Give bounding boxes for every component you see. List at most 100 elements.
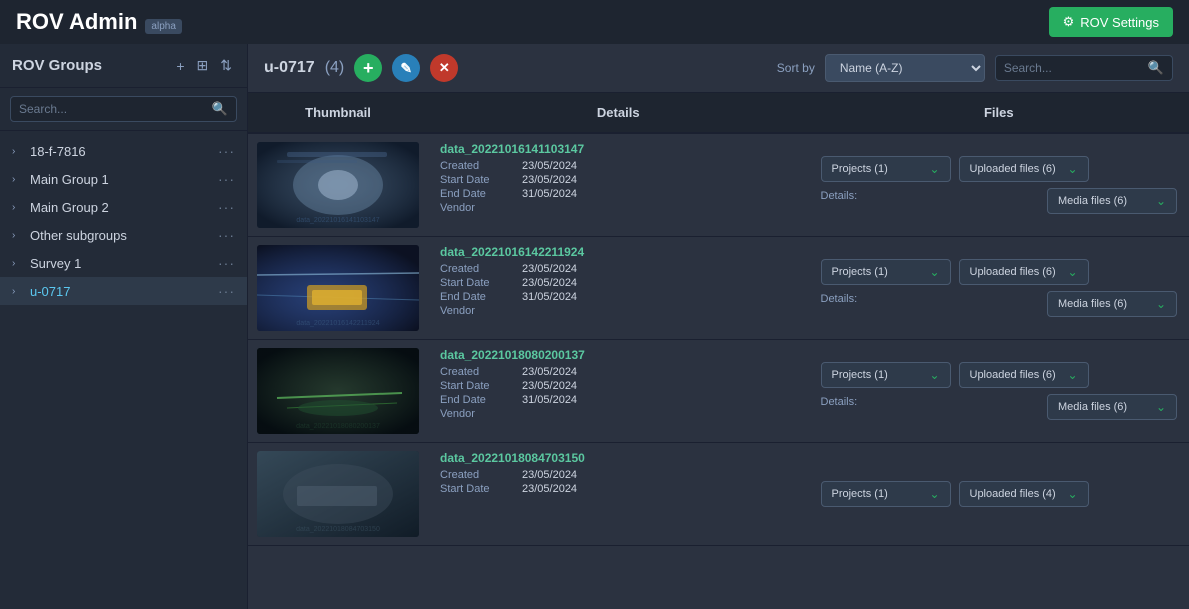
chevron-down-icon: ⌄ [1067, 162, 1077, 176]
add-item-button[interactable]: + [354, 54, 382, 82]
chevron-down-icon: ⌄ [929, 487, 939, 501]
svg-text:data_20221018080200137: data_20221018080200137 [296, 423, 380, 430]
content-area: u-0717 (4) + ✎ ✕ Sort by Name (A-Z) Name… [248, 44, 1189, 609]
details-cell: data_20221018080200137 Created 23/05/202… [428, 340, 809, 442]
chevron-down-icon: ⌄ [1067, 487, 1077, 501]
add-group-button[interactable]: + [173, 55, 187, 77]
col-thumbnail: Thumbnail [248, 101, 428, 124]
thumbnail-cell: data_20221018080200137 [248, 340, 428, 442]
col-details: Details [428, 101, 809, 124]
thumbnail-cell: data_20221016141103147 [248, 134, 428, 236]
media-files-dropdown[interactable]: Media files (6) ⌄ [1047, 394, 1177, 420]
sidebar-item-survey-1[interactable]: › Survey 1 ··· [0, 249, 247, 277]
sort-groups-button[interactable]: ⇅ [217, 54, 235, 77]
sidebar-search-input[interactable] [19, 102, 208, 116]
projects-dropdown[interactable]: Projects (1) ⌄ [821, 259, 951, 285]
item-menu-dots[interactable]: ··· [218, 227, 235, 243]
content-search-input[interactable] [1004, 61, 1144, 75]
item-menu-dots[interactable]: ··· [218, 255, 235, 271]
projects-dropdown[interactable]: Projects (1) ⌄ [821, 362, 951, 388]
sort-select[interactable]: Name (A-Z) Name (Z-A) Date (Newest) Date… [825, 54, 985, 82]
item-menu-dots[interactable]: ··· [218, 199, 235, 215]
data-name: data_20221016142211924 [440, 245, 797, 259]
content-search-box[interactable]: 🔍 [995, 55, 1173, 81]
svg-text:data_20221018084703150: data_20221018084703150 [296, 526, 380, 533]
sidebar-search-icon: 🔍 [212, 101, 228, 117]
item-menu-dots[interactable]: ··· [218, 143, 235, 159]
content-header: u-0717 (4) + ✎ ✕ Sort by Name (A-Z) Name… [248, 44, 1189, 93]
files-cell: Projects (1) ⌄ Uploaded files (6) ⌄ Deta… [809, 134, 1189, 236]
thumbnail-image: data_20221016142211924 [257, 245, 419, 331]
content-search-icon: 🔍 [1148, 60, 1164, 76]
sidebar-item-label: Other subgroups [30, 228, 212, 243]
data-name: data_20221016141103147 [440, 142, 797, 156]
chevron-down-icon: ⌄ [1156, 297, 1166, 311]
data-table: Thumbnail Details Files [248, 93, 1189, 609]
sidebar-nav: › 18-f-7816 ··· › Main Group 1 ··· › Mai… [0, 131, 247, 609]
alpha-badge: alpha [145, 19, 181, 34]
rov-settings-button[interactable]: ⚙ ROV Settings [1049, 7, 1173, 37]
item-menu-dots[interactable]: ··· [218, 171, 235, 187]
chevron-right-icon: › [12, 202, 24, 213]
uploaded-files-dropdown[interactable]: Uploaded files (6) ⌄ [959, 362, 1089, 388]
main-layout: ROV Groups + ⊞ ⇅ 🔍 › 18-f-7816 ··· › Mai… [0, 44, 1189, 609]
sidebar-item-label: u-0717 [30, 284, 212, 299]
sidebar-item-main-group-2[interactable]: › Main Group 2 ··· [0, 193, 247, 221]
thumbnail-image: data_20221016141103147 [257, 142, 419, 228]
chevron-down-icon: ⌄ [929, 368, 939, 382]
thumbnail-cell: data_20221018084703150 [248, 443, 428, 545]
files-row-details: Details: Media files (6) ⌄ [821, 188, 1178, 214]
table-row: data_20221018084703150 data_202210180847… [248, 443, 1189, 546]
sidebar-item-label: Main Group 1 [30, 172, 212, 187]
sidebar-item-other-subgroups[interactable]: › Other subgroups ··· [0, 221, 247, 249]
files-row-projects: Projects (1) ⌄ Uploaded files (6) ⌄ [821, 156, 1178, 182]
table-header: Thumbnail Details Files [248, 93, 1189, 134]
sidebar-item-u-0717[interactable]: › u-0717 ··· [0, 277, 247, 305]
files-cell: Projects (1) ⌄ Uploaded files (6) ⌄ Deta… [809, 237, 1189, 339]
uploaded-files-dropdown[interactable]: Uploaded files (6) ⌄ [959, 259, 1089, 285]
data-name: data_20221018084703150 [440, 451, 797, 465]
data-name: data_20221018080200137 [440, 348, 797, 362]
details-cell: data_20221016142211924 Created 23/05/202… [428, 237, 809, 339]
content-group-title: u-0717 [264, 59, 315, 77]
app-title-area: ROV Admin alpha [16, 9, 182, 35]
edit-item-button[interactable]: ✎ [392, 54, 420, 82]
chevron-right-icon: › [12, 174, 24, 185]
files-cell: Projects (1) ⌄ Uploaded files (4) ⌄ [809, 443, 1189, 545]
thumbnail-image: data_20221018080200137 [257, 348, 419, 434]
sidebar-item-main-group-1[interactable]: › Main Group 1 ··· [0, 165, 247, 193]
chevron-down-icon: ⌄ [1067, 368, 1077, 382]
sort-area: Sort by Name (A-Z) Name (Z-A) Date (Newe… [777, 54, 1173, 82]
media-files-dropdown[interactable]: Media files (6) ⌄ [1047, 291, 1177, 317]
projects-dropdown[interactable]: Projects (1) ⌄ [821, 481, 951, 507]
sidebar-title: ROV Groups [12, 57, 167, 74]
col-files: Files [809, 101, 1189, 124]
sidebar-item-label: Main Group 2 [30, 200, 212, 215]
thumbnail-image: data_20221018084703150 [257, 451, 419, 537]
svg-text:data_20221016142211924: data_20221016142211924 [296, 320, 379, 327]
table-row: data_20221018080200137 data_202210180802… [248, 340, 1189, 443]
media-files-dropdown[interactable]: Media files (6) ⌄ [1047, 188, 1177, 214]
uploaded-files-dropdown[interactable]: Uploaded files (6) ⌄ [959, 156, 1089, 182]
chevron-right-icon: › [12, 286, 24, 297]
chevron-down-icon: ⌄ [1156, 194, 1166, 208]
sidebar-header: ROV Groups + ⊞ ⇅ [0, 44, 247, 88]
sidebar-item-18-f-7816[interactable]: › 18-f-7816 ··· [0, 137, 247, 165]
chevron-right-icon: › [12, 258, 24, 269]
files-cell: Projects (1) ⌄ Uploaded files (6) ⌄ Deta… [809, 340, 1189, 442]
thumbnail-cell: data_20221016142211924 [248, 237, 428, 339]
svg-text:data_20221016141103147: data_20221016141103147 [296, 217, 379, 224]
sidebar-item-label: Survey 1 [30, 256, 212, 271]
sidebar-search-box[interactable]: 🔍 [10, 96, 237, 122]
chevron-right-icon: › [12, 230, 24, 241]
delete-item-button[interactable]: ✕ [430, 54, 458, 82]
item-menu-dots[interactable]: ··· [218, 283, 235, 299]
chevron-down-icon: ⌄ [929, 162, 939, 176]
projects-dropdown[interactable]: Projects (1) ⌄ [821, 156, 951, 182]
sidebar-search-area: 🔍 [0, 88, 247, 131]
settings-gear-icon: ⚙ [1063, 14, 1075, 30]
expand-groups-button[interactable]: ⊞ [194, 54, 212, 77]
table-row: data_20221016142211924 data_202210161422… [248, 237, 1189, 340]
sidebar-item-label: 18-f-7816 [30, 144, 212, 159]
uploaded-files-dropdown[interactable]: Uploaded files (4) ⌄ [959, 481, 1089, 507]
